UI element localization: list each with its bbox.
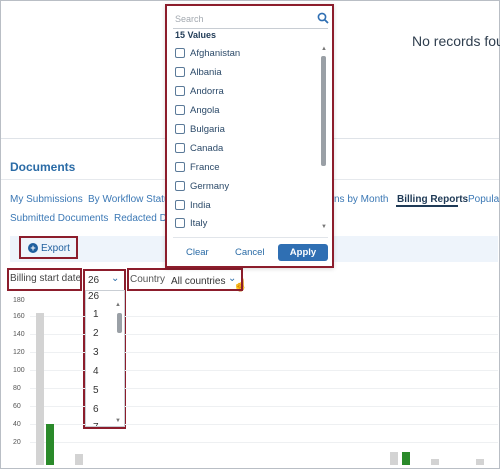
- y-tick-label: 60: [13, 403, 21, 410]
- checkbox[interactable]: [175, 162, 185, 172]
- chart-bar: [46, 424, 54, 465]
- chart-bar: [402, 452, 410, 465]
- checkbox[interactable]: [175, 67, 185, 77]
- chart-bar: [75, 454, 83, 465]
- country-option[interactable]: Canada: [175, 141, 223, 155]
- country-option[interactable]: Andorra: [175, 84, 224, 98]
- tab-redacted-documents[interactable]: Redacted Do: [114, 213, 172, 224]
- country-option-label: Angola: [190, 104, 220, 116]
- scroll-up-icon[interactable]: ▲: [115, 302, 121, 308]
- chart-bar: [390, 452, 398, 465]
- checkbox[interactable]: [175, 143, 185, 153]
- tab-submitted-documents[interactable]: Submitted Documents: [10, 213, 108, 224]
- country-filter-highlight: [127, 268, 243, 291]
- country-option[interactable]: Germany: [175, 179, 229, 193]
- clear-button[interactable]: Clear: [186, 247, 209, 258]
- country-option-label: France: [190, 161, 220, 173]
- country-option-label: Afghanistan: [190, 47, 241, 59]
- y-tick-label: 40: [13, 421, 21, 428]
- country-option[interactable]: India: [175, 198, 211, 212]
- country-option[interactable]: Bulgaria: [175, 122, 225, 136]
- country-option[interactable]: Afghanistan: [175, 46, 240, 60]
- month-option[interactable]: 7: [93, 422, 99, 426]
- month-option[interactable]: 2: [93, 328, 99, 339]
- country-option-label: Andorra: [190, 85, 224, 97]
- checkbox[interactable]: [175, 105, 185, 115]
- tab-popular[interactable]: Popula: [468, 194, 499, 205]
- documents-title: Documents: [10, 160, 76, 174]
- scroll-down-icon[interactable]: ▼: [321, 224, 327, 230]
- month-option[interactable]: 5: [93, 385, 99, 396]
- checkbox[interactable]: [175, 218, 185, 228]
- apply-button[interactable]: Apply: [278, 244, 328, 261]
- tab-by-workflow-status[interactable]: By Workflow Statu: [88, 194, 170, 205]
- month-option[interactable]: 3: [93, 347, 99, 358]
- chart-bar: [431, 459, 439, 465]
- no-records-message: No records fou: [412, 33, 500, 49]
- y-tick-label: 160: [13, 313, 25, 320]
- gridline: [30, 442, 498, 443]
- chart-bar: [36, 313, 44, 465]
- chart-bar: [476, 459, 484, 465]
- country-option[interactable]: Angola: [175, 103, 220, 117]
- month-option[interactable]: 1: [93, 309, 99, 320]
- active-tab-indicator: [396, 205, 458, 207]
- country-option-label: Italy: [190, 217, 208, 229]
- country-option-label: Albania: [190, 66, 222, 78]
- search-icon[interactable]: [317, 12, 329, 24]
- country-option-label: Germany: [190, 180, 230, 192]
- checkbox[interactable]: [175, 181, 185, 191]
- country-option-label: India: [190, 199, 211, 211]
- billing-label-highlight: [7, 268, 82, 291]
- y-tick-label: 20: [13, 439, 21, 446]
- tab-my-submissions[interactable]: My Submissions: [10, 194, 83, 205]
- month-dropdown-scrollbar[interactable]: [117, 313, 122, 333]
- country-option-label: Bulgaria: [190, 123, 225, 135]
- checkbox[interactable]: [175, 200, 185, 210]
- checkbox[interactable]: [175, 86, 185, 96]
- country-option[interactable]: Italy: [175, 216, 207, 230]
- tab-submissions-by-month[interactable]: ns by Month: [334, 194, 388, 205]
- export-highlight: [19, 236, 78, 259]
- country-filter-popup: 15 Values Afghanistan Albania Andorra An…: [165, 4, 334, 268]
- values-count: 15 Values: [175, 30, 217, 40]
- cancel-button[interactable]: Cancel: [235, 247, 265, 258]
- month-dropdown-list: 26 1 2 3 4 5 6 7: [85, 290, 125, 427]
- month-option[interactable]: 26: [88, 291, 99, 302]
- y-tick-label: 120: [13, 349, 25, 356]
- scroll-up-icon[interactable]: ▲: [321, 46, 327, 52]
- search-input[interactable]: [175, 11, 305, 27]
- y-tick-label: 140: [13, 331, 25, 338]
- checkbox[interactable]: [175, 124, 185, 134]
- tab-billing-reports[interactable]: Billing Reports: [397, 194, 468, 205]
- y-tick-label: 80: [13, 385, 21, 392]
- country-option[interactable]: France: [175, 160, 220, 174]
- y-tick-label: 100: [13, 367, 25, 374]
- checkbox[interactable]: [175, 48, 185, 58]
- y-tick-label: 180: [13, 297, 25, 304]
- month-option[interactable]: 4: [93, 366, 99, 377]
- search-box: [173, 9, 329, 29]
- country-list-scrollbar[interactable]: [321, 56, 326, 166]
- popup-divider: [173, 237, 328, 238]
- country-option[interactable]: Albania: [175, 65, 222, 79]
- month-option[interactable]: 6: [93, 404, 99, 415]
- country-option-label: Canada: [190, 142, 224, 154]
- scroll-down-icon[interactable]: ▼: [115, 418, 121, 424]
